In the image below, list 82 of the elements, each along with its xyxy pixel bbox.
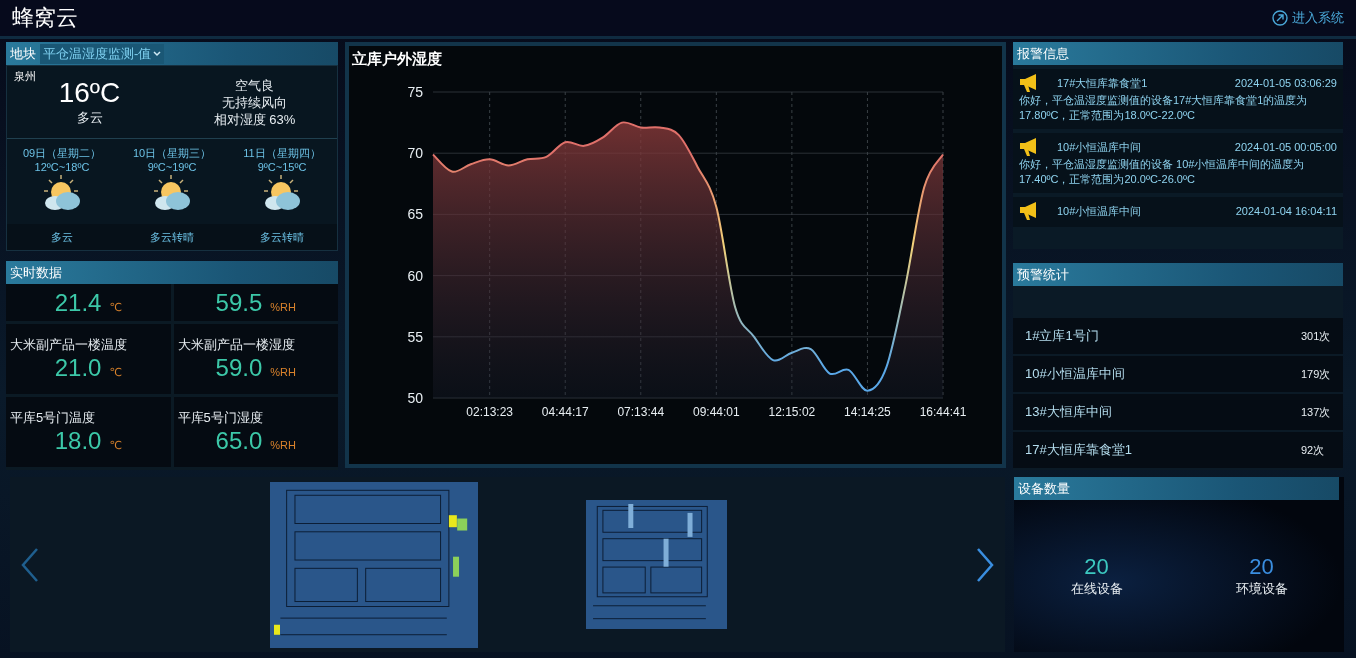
device-name: 1#立库1号门 xyxy=(1025,327,1099,345)
device-name: 17#大恒库靠食堂1 xyxy=(1025,441,1132,459)
axis-label: 65 xyxy=(407,206,423,223)
sensor-unit: %RH xyxy=(270,366,296,378)
device-label: 在线设备 xyxy=(1070,580,1123,598)
chevron-left-icon xyxy=(20,546,40,583)
device-count: 20 xyxy=(1249,554,1274,580)
axis-label: 50 xyxy=(407,390,423,406)
forecast-condition: 多云转晴 xyxy=(117,224,227,250)
alert-device: 17#大恒库靠食堂1 xyxy=(1057,75,1148,91)
sensor-unit: %RH xyxy=(270,439,296,451)
device-count: 20 xyxy=(1084,554,1109,580)
axis-label: 02:13:23 xyxy=(466,405,514,419)
axis-label: 04:44:17 xyxy=(541,405,589,419)
device-name: 13#大恒库中间 xyxy=(1025,403,1112,421)
chevron-right-icon xyxy=(975,546,995,583)
wind-direction: 无持续风向 xyxy=(222,93,287,111)
sensor-unit: %RH xyxy=(270,300,296,313)
axis-label: 55 xyxy=(407,328,423,345)
sensor-value: 21.4 xyxy=(54,288,102,317)
sun-cloud-icon xyxy=(261,174,303,212)
warning-count: 301次 xyxy=(1301,329,1331,343)
sensor-value: 59.5 xyxy=(215,288,263,317)
panel-title: 实时数据 xyxy=(10,263,62,282)
warning-count: 92次 xyxy=(1301,443,1326,457)
axis-label: 70 xyxy=(407,145,423,162)
axis-label: 16:44:41 xyxy=(919,405,967,419)
alert-time: 2024-01-05 03:06:29 xyxy=(1234,77,1337,89)
alert-device: 10#小恒温库中间 xyxy=(1057,203,1142,219)
forecast-range: 12ºC~18ºC xyxy=(34,160,90,174)
panel-title: 设备数量 xyxy=(1018,479,1070,498)
alert-time: 2024-01-04 16:04:11 xyxy=(1235,205,1337,217)
alert-time: 2024-01-05 00:05:00 xyxy=(1234,141,1337,153)
sun-cloud-icon xyxy=(41,174,83,212)
previous-button[interactable] xyxy=(20,546,40,583)
sun-cloud-icon xyxy=(151,174,193,212)
axis-label: 07:13:44 xyxy=(617,405,665,419)
sensor-unit: ℃ xyxy=(109,300,122,314)
forecast-condition: 多云 xyxy=(7,224,117,250)
axis-label: 75 xyxy=(407,84,423,100)
panel-title: 预警统计 xyxy=(1017,265,1069,284)
forecast-date: 09日（星期二） xyxy=(22,146,102,160)
panel-title: 地块 xyxy=(10,44,36,63)
sensor-value: 18.0 xyxy=(54,427,102,455)
forecast-range: 9ºC~15ºC xyxy=(257,160,307,174)
forecast-range: 9ºC~19ºC xyxy=(147,160,197,174)
axis-label: 09:44:01 xyxy=(692,405,740,419)
warning-count: 137次 xyxy=(1301,405,1331,419)
device-name: 10#小恒温库中间 xyxy=(1025,365,1125,383)
forecast-date: 10日（星期三） xyxy=(132,146,212,160)
block-select[interactable]: 平仓温湿度监测-值 xyxy=(40,43,165,64)
sensor-name: 大米副产品一楼温度 xyxy=(10,336,128,354)
warning-count: 179次 xyxy=(1301,367,1331,381)
alert-message: 你好，平仓温湿度监测值的设备17#大恒库靠食堂1的温度为17.80ºC，正常范围为18.0ºC-22.0ºC xyxy=(1019,93,1309,123)
panel-title: 报警信息 xyxy=(1017,44,1069,63)
alert-device: 10#小恒温库中间 xyxy=(1057,139,1142,155)
app-title: 蜂窝云 xyxy=(12,4,78,32)
arrow-circle-icon xyxy=(1272,10,1288,26)
chevron-down-icon xyxy=(153,50,162,57)
chart-title: 立库户外湿度 xyxy=(351,49,443,69)
city-name: 泉州 xyxy=(14,69,36,84)
device-label: 环境设备 xyxy=(1235,580,1288,598)
alert-message: 你好，平仓温湿度监测值的设备 10#小恒温库中间的温度为17.40ºC，正常范围为20.0ºC-26.0ºC xyxy=(1019,157,1306,187)
sensor-name: 平库5号门湿度 xyxy=(177,409,264,427)
sensor-value: 59.0 xyxy=(215,354,263,382)
humidity-reading: 相对湿度 63% xyxy=(213,110,296,128)
air-quality: 空气良 xyxy=(235,76,274,94)
sensor-value: 21.0 xyxy=(54,354,102,382)
sensor-name: 平库5号门温度 xyxy=(10,409,97,427)
forecast-date: 11日（星期四） xyxy=(243,146,321,160)
forecast-condition: 多云转晴 xyxy=(227,224,337,250)
axis-label: 14:14:25 xyxy=(844,405,891,419)
axis-label: 12:15:02 xyxy=(768,405,816,419)
sensor-unit: ℃ xyxy=(109,439,122,452)
enter-system-link[interactable]: 进入系统 xyxy=(1272,9,1344,27)
sensor-value: 65.0 xyxy=(215,427,263,455)
next-button[interactable] xyxy=(975,546,995,583)
sensor-name: 大米副产品一楼湿度 xyxy=(177,336,296,354)
weather-condition: 多云 xyxy=(76,109,103,127)
sensor-unit: ℃ xyxy=(109,366,122,379)
current-temperature: 16ºC xyxy=(58,77,121,109)
axis-label: 60 xyxy=(407,267,423,284)
